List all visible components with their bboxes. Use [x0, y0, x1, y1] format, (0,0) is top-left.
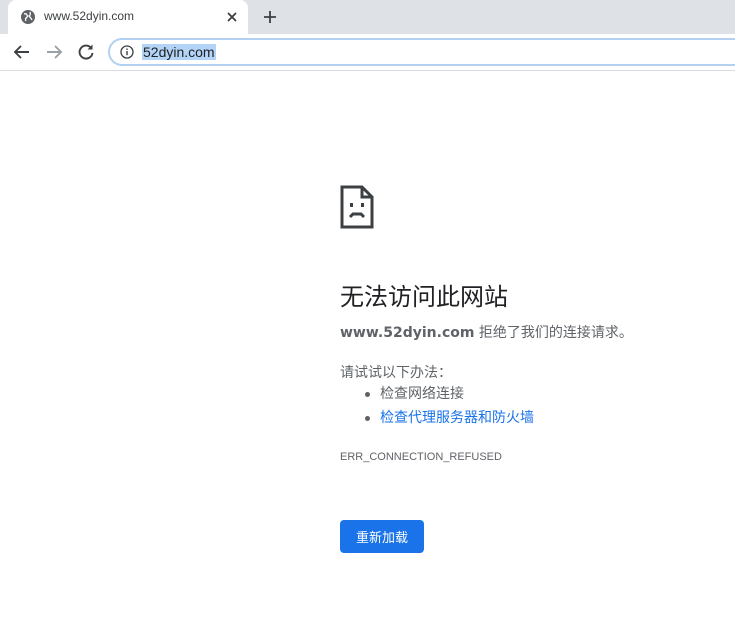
- globe-icon: [21, 10, 35, 24]
- error-host: www.52dyin.com: [340, 325, 475, 341]
- error-code: ERR_CONNECTION_REFUSED: [340, 451, 502, 463]
- reload-button[interactable]: 重新加载: [340, 520, 424, 553]
- error-description: www.52dyin.com 拒绝了我们的连接请求。: [340, 322, 633, 342]
- suggestions-heading: 请试试以下办法：: [340, 365, 452, 381]
- plus-icon[interactable]: [260, 7, 280, 27]
- suggestions-list: 检查网络连接 检查代理服务器和防火墙: [340, 384, 534, 432]
- suggestion-check-proxy-link[interactable]: 检查代理服务器和防火墙: [340, 408, 534, 432]
- arrow-left-icon[interactable]: [11, 41, 33, 63]
- tab-strip: www.52dyin.com: [0, 0, 735, 34]
- arrow-right-icon[interactable]: [43, 41, 65, 63]
- sad-page-icon: [340, 185, 374, 229]
- tab-title: www.52dyin.com: [44, 9, 135, 23]
- error-description-text: 拒绝了我们的连接请求。: [474, 325, 633, 341]
- tab-active[interactable]: www.52dyin.com: [8, 0, 248, 34]
- info-icon[interactable]: [120, 45, 134, 59]
- close-icon[interactable]: [224, 9, 240, 25]
- reload-icon[interactable]: [75, 41, 97, 63]
- error-title: 无法访问此网站: [340, 283, 508, 311]
- suggestion-check-network: 检查网络连接: [340, 384, 534, 408]
- url-text[interactable]: 52dyin.com: [142, 44, 216, 60]
- address-bar[interactable]: 52dyin.com: [108, 38, 735, 66]
- browser-toolbar: 52dyin.com: [0, 34, 735, 71]
